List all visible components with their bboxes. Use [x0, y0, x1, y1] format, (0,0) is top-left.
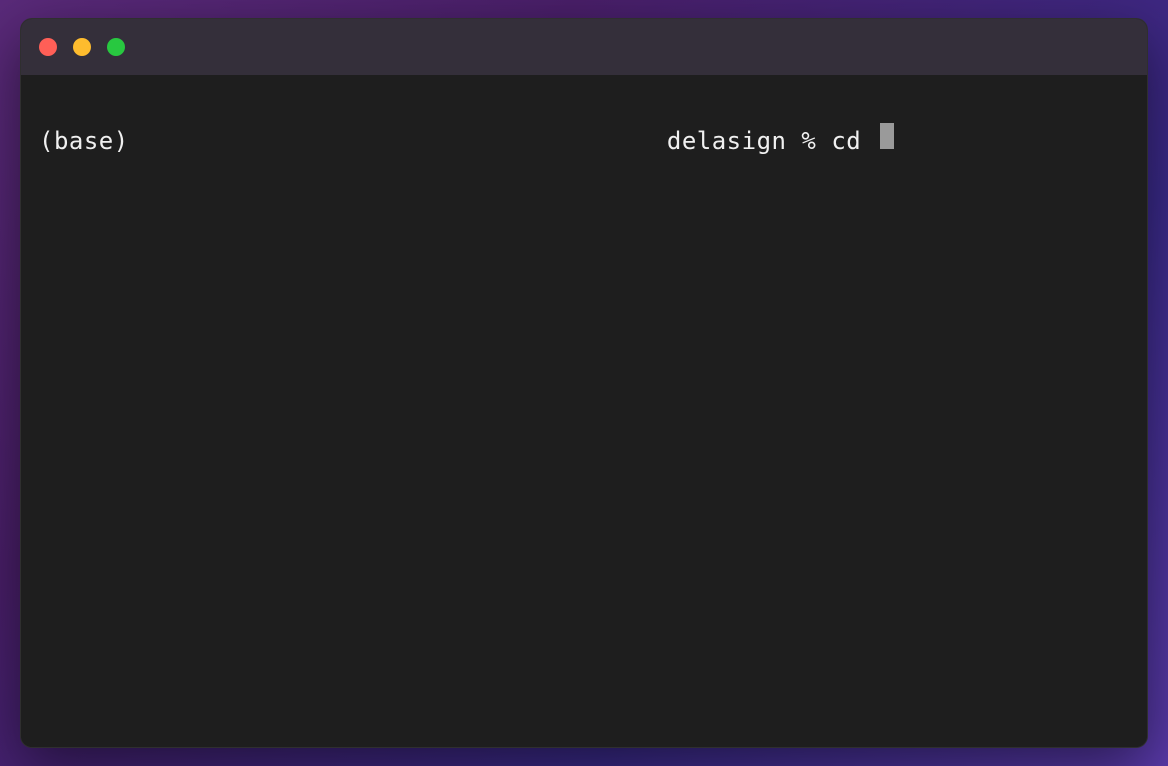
- terminal-body[interactable]: (base) delasign % cd: [21, 75, 1147, 747]
- terminal-window: (base) delasign % cd: [20, 18, 1148, 748]
- minimize-button[interactable]: [73, 38, 91, 56]
- prompt-line: (base) delasign % cd: [39, 123, 1129, 159]
- close-button[interactable]: [39, 38, 57, 56]
- prompt-env: (base): [39, 125, 129, 159]
- prompt-spacer: [129, 125, 667, 159]
- command-input[interactable]: cd: [831, 125, 876, 159]
- cursor-icon: [880, 123, 894, 149]
- title-bar[interactable]: [21, 19, 1147, 75]
- maximize-button[interactable]: [107, 38, 125, 56]
- prompt-symbol: %: [786, 125, 831, 159]
- prompt-user: delasign: [667, 125, 787, 159]
